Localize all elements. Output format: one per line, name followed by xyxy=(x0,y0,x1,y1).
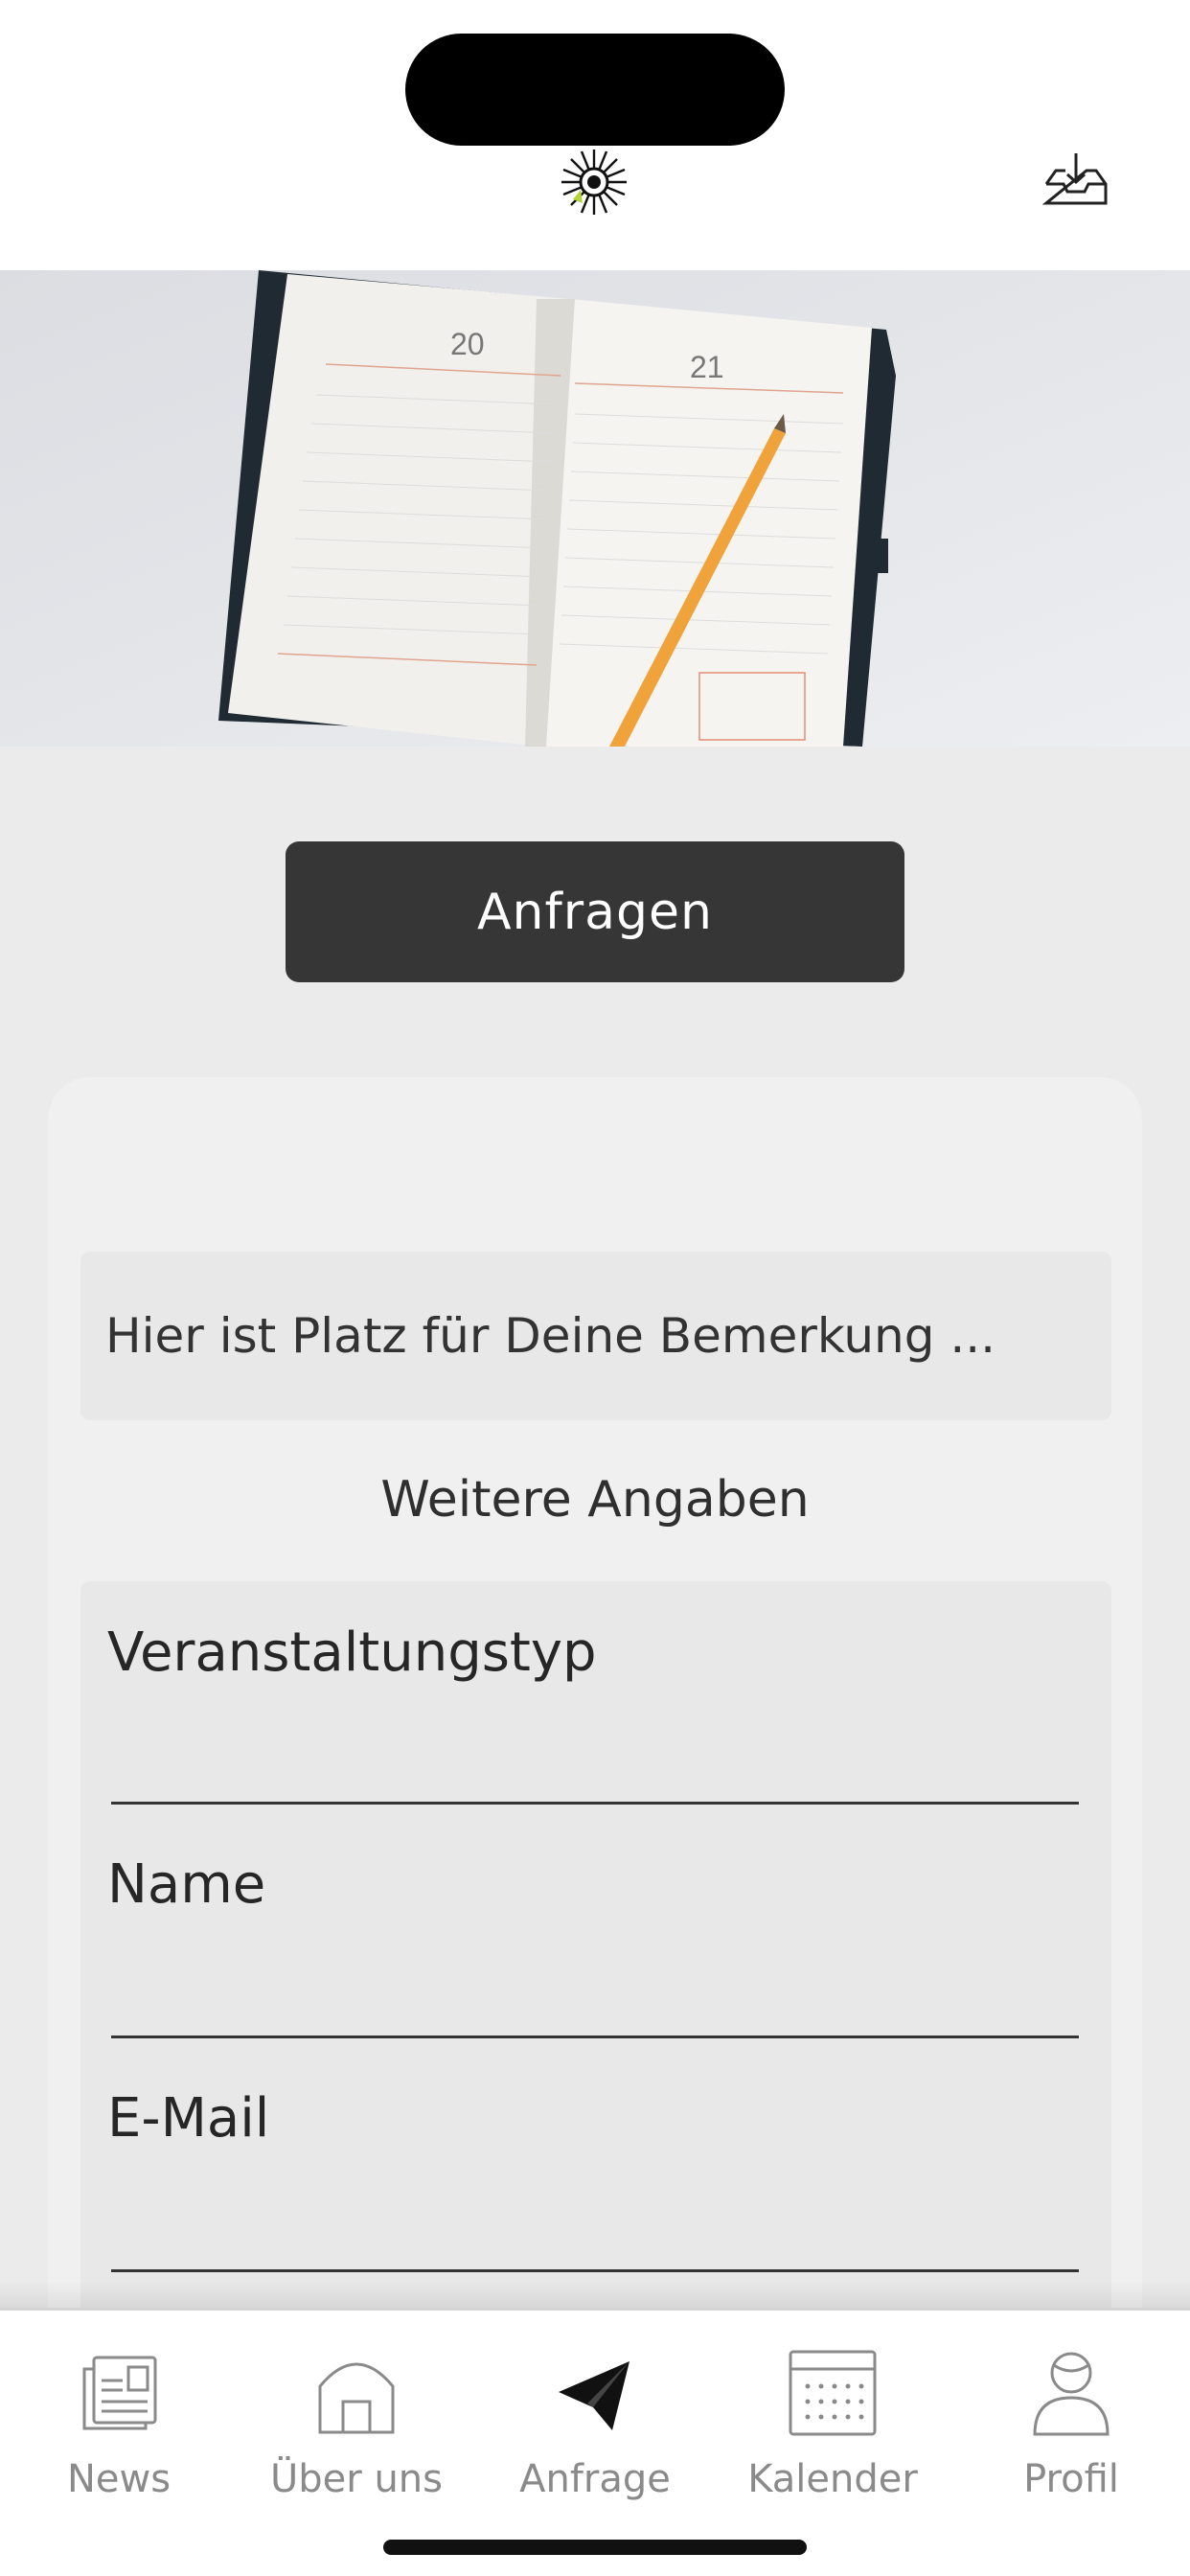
tab-about-us[interactable]: Über uns xyxy=(238,2348,475,2501)
name-input[interactable] xyxy=(111,2036,1079,2038)
newspaper-icon xyxy=(82,2356,157,2430)
tab-about-us-label: Über uns xyxy=(270,2457,443,2501)
hero-image-planner: 20 21 xyxy=(0,270,1190,747)
email-input[interactable] xyxy=(111,2269,1079,2272)
field-label-name: Name xyxy=(107,1853,266,1916)
event-type-input[interactable] xyxy=(111,1802,1079,1805)
paper-plane-icon xyxy=(559,2361,629,2430)
tab-news[interactable]: News xyxy=(0,2348,238,2501)
home-indicator[interactable] xyxy=(383,2540,807,2555)
section-title-further-details: Weitere Angaben xyxy=(380,1471,810,1529)
tabbar-shadow xyxy=(0,2281,1190,2310)
tab-news-label: News xyxy=(66,2457,172,2501)
tab-calendar[interactable]: Kalender xyxy=(714,2348,951,2501)
request-button[interactable]: Anfragen xyxy=(286,841,904,982)
tab-profile[interactable]: Profil xyxy=(952,2348,1190,2501)
tab-profile-label: Profil xyxy=(1023,2457,1119,2501)
sun-flower-logo-icon xyxy=(560,148,629,217)
remark-textarea[interactable]: Hier ist Platz für Deine Bemerkung ... xyxy=(80,1252,1111,1420)
svg-text:20: 20 xyxy=(450,327,485,361)
home-icon xyxy=(318,2362,395,2434)
svg-text:21: 21 xyxy=(690,350,724,384)
tab-request[interactable]: Anfrage xyxy=(476,2348,714,2501)
calendar-icon xyxy=(789,2350,877,2436)
inbox-download-icon[interactable] xyxy=(1041,150,1110,207)
tab-request-label: Anfrage xyxy=(519,2457,671,2501)
tab-calendar-label: Kalender xyxy=(747,2457,918,2501)
field-label-event-type: Veranstaltungstyp xyxy=(107,1622,597,1684)
field-label-email: E-Mail xyxy=(107,2087,270,2150)
device-notch xyxy=(405,34,785,146)
user-icon xyxy=(1033,2352,1110,2436)
